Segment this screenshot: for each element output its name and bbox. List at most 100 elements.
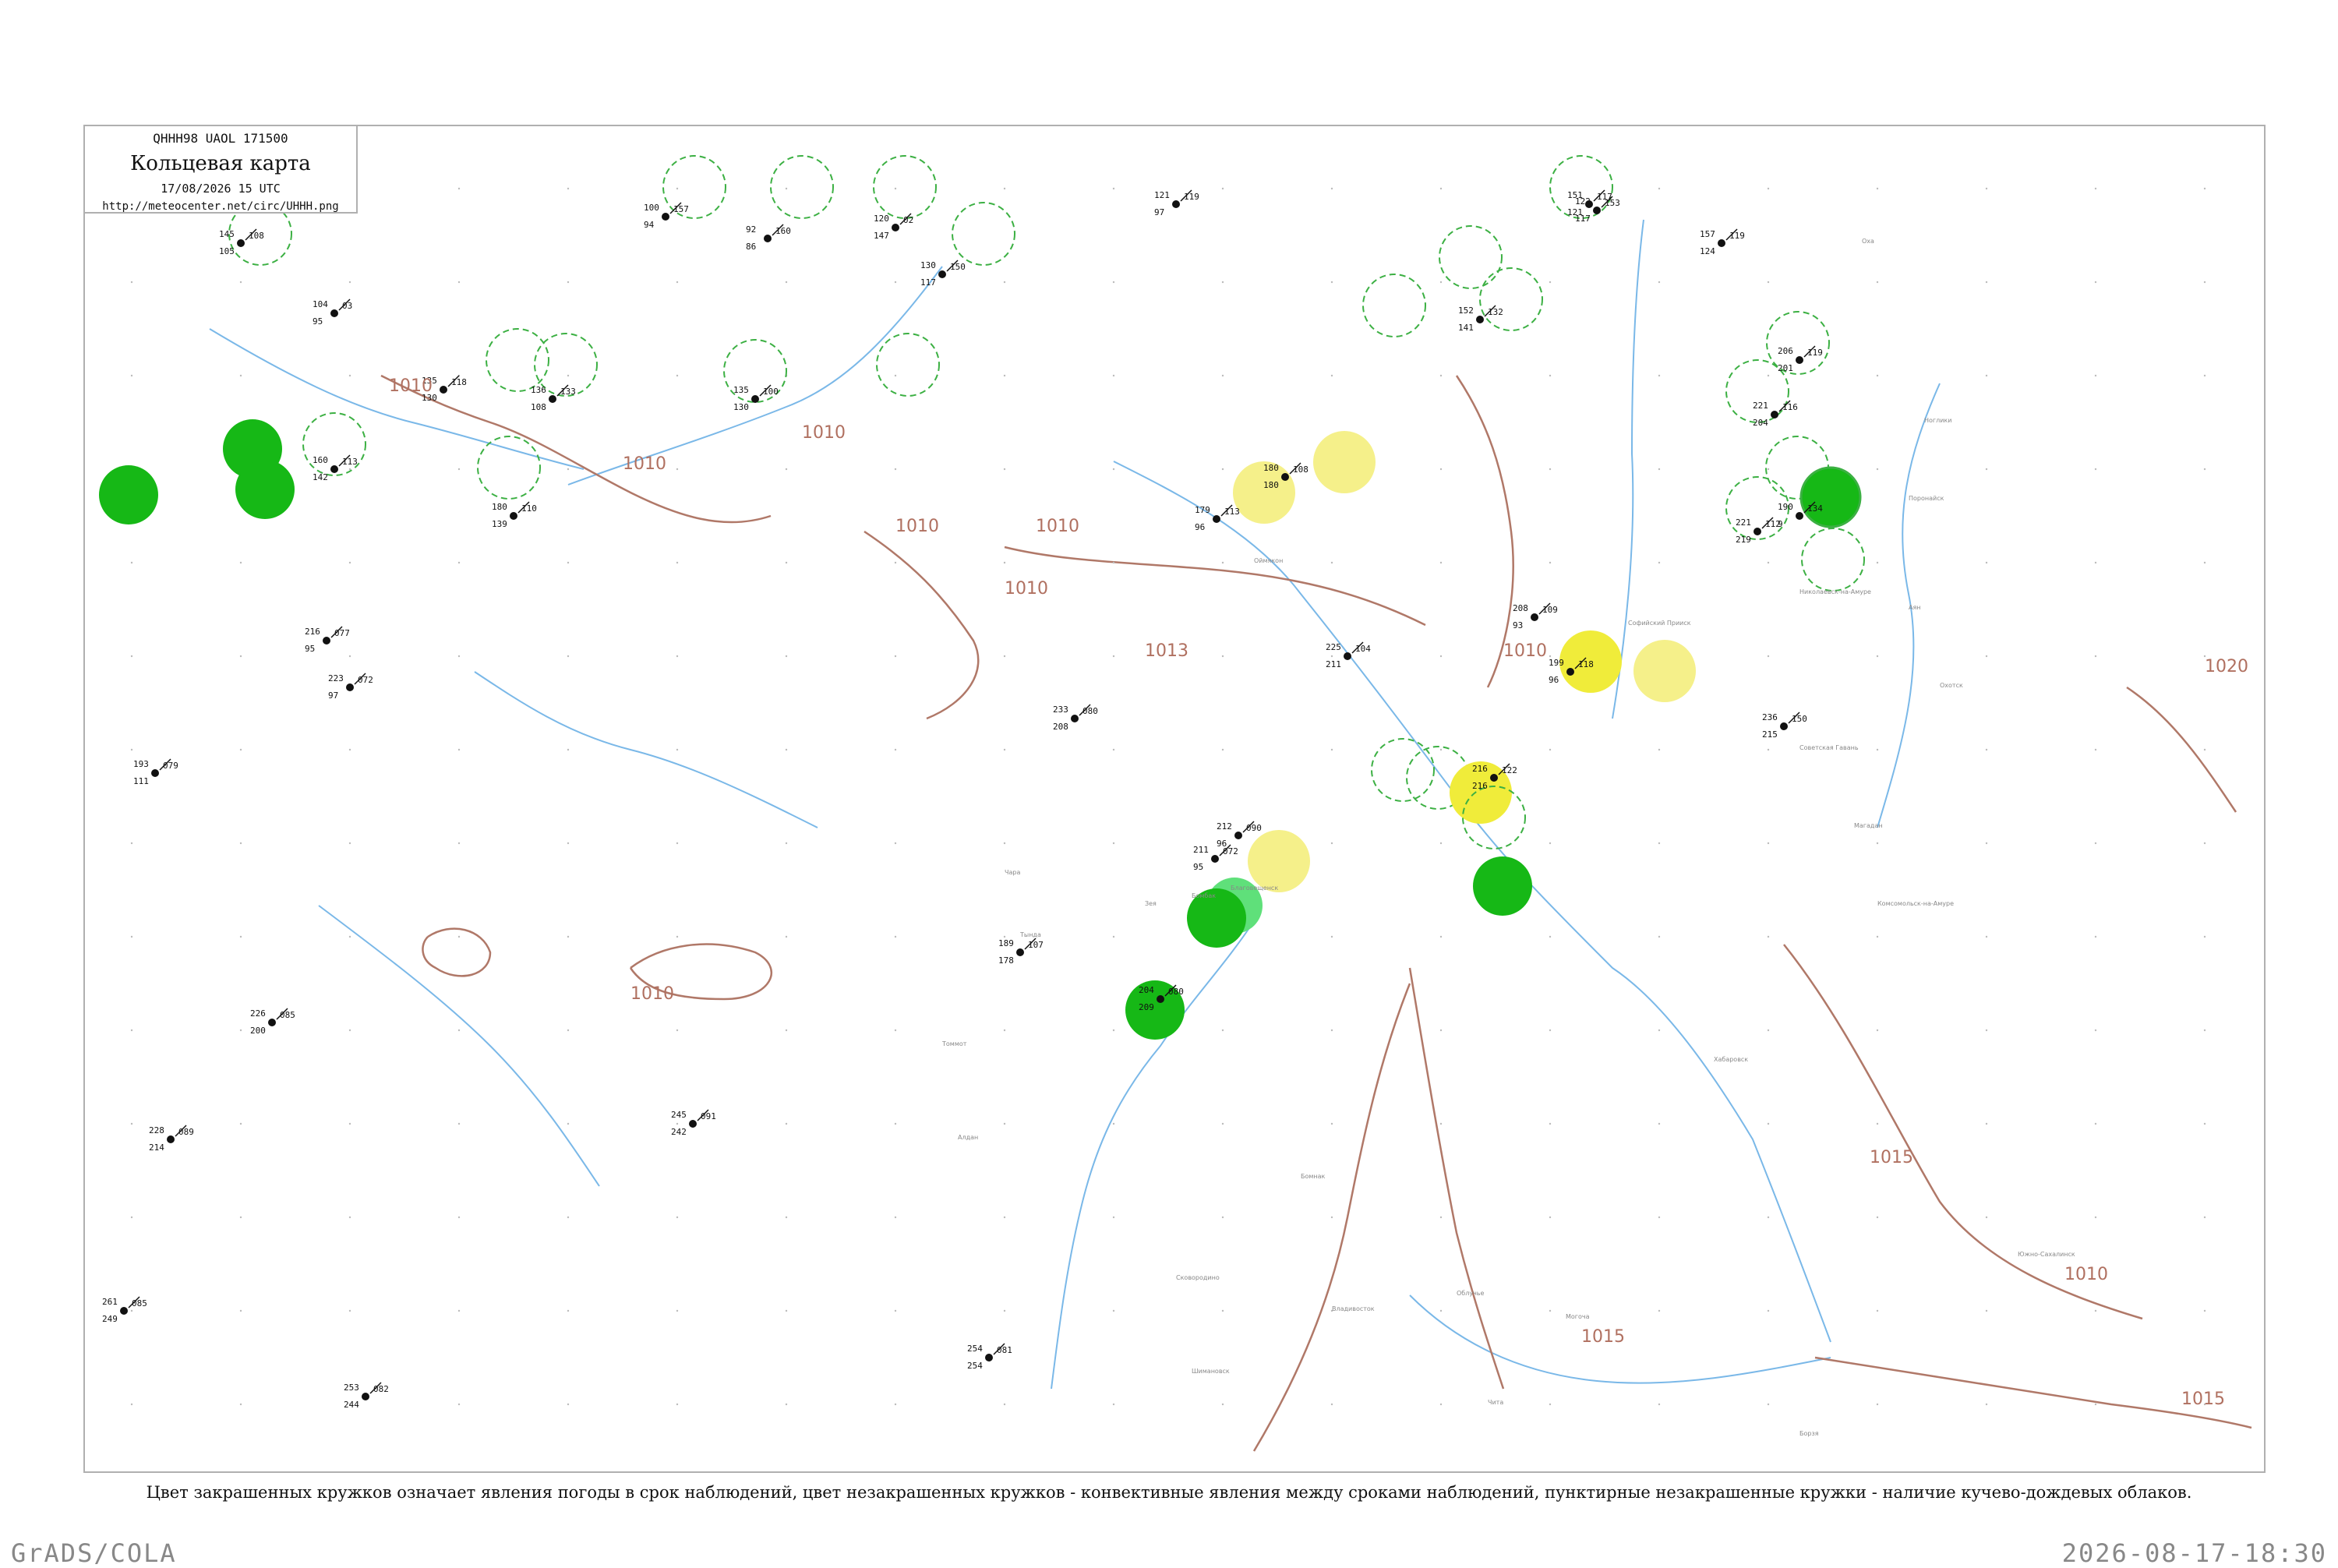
station-temperature: 130 (920, 260, 936, 270)
map-title-box: QHHH98 UAOL 171500 Кольцевая карта 17/08… (85, 126, 358, 214)
station-plot: 145 105 108 (219, 228, 264, 256)
grid-dot (1221, 468, 1224, 471)
station-marker (1754, 528, 1761, 535)
isobar-line (380, 374, 772, 524)
grid-dot (894, 468, 897, 471)
station-temperature: 261 (102, 1297, 118, 1307)
station-temperature: 245 (671, 1110, 687, 1120)
station-name-label: Зея (1145, 900, 1157, 907)
grid-dot (2094, 1309, 2097, 1312)
grid-dot (239, 561, 242, 564)
grid-dot (1549, 374, 1552, 377)
station-pressure: 104 (1355, 644, 1371, 654)
station-pressure: 072 (358, 675, 373, 685)
station-marker (892, 224, 899, 231)
cb-cloud-circle (873, 155, 937, 219)
station-pressure: 100 (763, 387, 779, 397)
station-marker (151, 769, 159, 777)
grid-dot (1985, 561, 1988, 564)
station-marker (1234, 832, 1242, 839)
grid-dot (239, 935, 242, 938)
grid-dot (2203, 1216, 2206, 1219)
grid-dot (1112, 748, 1115, 751)
grid-dot (2094, 1403, 2097, 1406)
isobar-label: 1010 (1005, 579, 1048, 599)
bulletin-code: QHHH98 UAOL 171500 (153, 131, 288, 146)
grid-dot (1767, 187, 1770, 190)
grid-dot (130, 374, 133, 377)
grid-dot (2203, 842, 2206, 845)
grid-dot (2094, 1122, 2097, 1125)
station-name-label: Оха (1862, 238, 1874, 245)
grid-dot (894, 748, 897, 751)
grid-dot (676, 1029, 679, 1032)
grid-dot (130, 842, 133, 845)
grid-dot (676, 374, 679, 377)
station-name-label: Шимановск (1192, 1368, 1230, 1375)
grid-dot (1003, 1029, 1006, 1032)
grid-dot (567, 561, 570, 564)
grid-dot (1658, 374, 1661, 377)
grid-dot (1112, 561, 1115, 564)
grid-dot (1985, 748, 1988, 751)
grid-dot (1658, 748, 1661, 751)
grid-dot (1439, 281, 1443, 284)
grid-dot (1549, 281, 1552, 284)
grid-dot (348, 1029, 351, 1032)
cb-cloud-circle (1439, 225, 1503, 289)
grid-dot (894, 935, 897, 938)
grid-dot (1003, 561, 1006, 564)
station-marker (1213, 515, 1220, 523)
station-temperature: 228 (149, 1125, 164, 1135)
weather-phenomenon-circle (1799, 466, 1862, 528)
station-plot: 254 254 081 (967, 1343, 1012, 1371)
grid-dot (1112, 1122, 1115, 1125)
station-name-label: Оймякон (1254, 557, 1283, 564)
cb-cloud-circle (1362, 274, 1426, 337)
grid-dot (676, 561, 679, 564)
grid-dot (457, 935, 461, 938)
grid-dot (1439, 1029, 1443, 1032)
grid-dot (2203, 1029, 2206, 1032)
grid-dot (1112, 468, 1115, 471)
station-temperature: 157 (1700, 229, 1715, 239)
station-pressure: 113 (1224, 507, 1240, 517)
map-title: Кольцевая карта (130, 152, 311, 175)
station-plot: 180 139 110 (492, 501, 537, 529)
grid-dot (1549, 1309, 1552, 1312)
grid-dot (894, 1029, 897, 1032)
station-dewpoint: 139 (492, 519, 507, 529)
grid-dot (1439, 655, 1443, 658)
station-dewpoint: 219 (1736, 535, 1751, 545)
station-marker (1780, 722, 1788, 730)
weather-phenomenon-circle (99, 465, 158, 524)
grid-dot (1658, 1403, 1661, 1406)
grid-dot (348, 842, 351, 845)
station-pressure: 160 (775, 226, 791, 236)
station-plot: 223 97 072 (328, 673, 373, 701)
grid-dot (457, 842, 461, 845)
grid-dot (1658, 1029, 1661, 1032)
grid-dot (1330, 561, 1333, 564)
grid-dot (1003, 374, 1006, 377)
grid-dot (1221, 561, 1224, 564)
station-temperature: 223 (328, 673, 344, 683)
station-marker (1476, 316, 1484, 323)
grid-dot (676, 1122, 679, 1125)
grid-dot (1221, 374, 1224, 377)
station-pressure: 116 (1782, 402, 1798, 412)
station-temperature: 145 (219, 229, 235, 239)
grid-dot (2094, 187, 2097, 190)
isobar-label: 1015 (2181, 1390, 2225, 1409)
station-temperature: 225 (1326, 642, 1341, 652)
grid-dot (1003, 1309, 1006, 1312)
station-pressure: 119 (1807, 348, 1823, 358)
grid-dot (1439, 374, 1443, 377)
station-name-label: Борзя (1799, 1430, 1819, 1437)
grid-dot (457, 1216, 461, 1219)
grid-dot (1003, 1403, 1006, 1406)
station-marker (689, 1120, 697, 1128)
grid-dot (1876, 748, 1879, 751)
isobar-line (1004, 546, 1426, 627)
station-dewpoint: 244 (344, 1400, 359, 1410)
